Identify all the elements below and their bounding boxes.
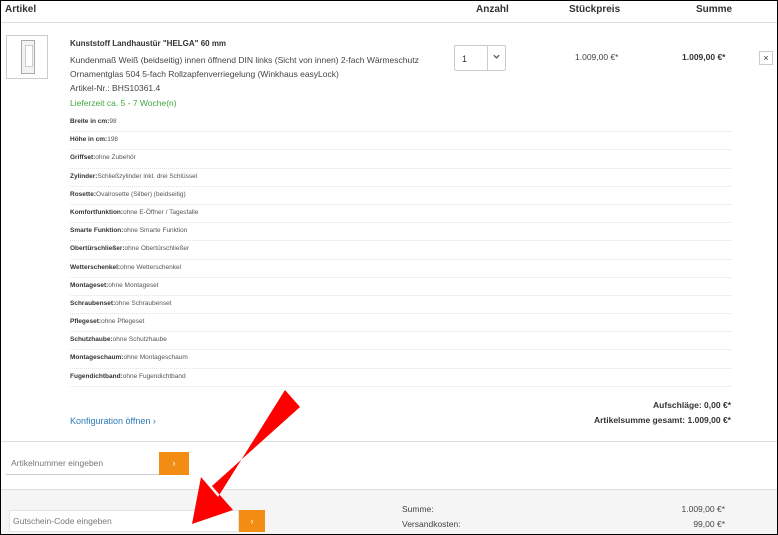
configure-link[interactable]: Konfiguration öffnen ›	[70, 416, 156, 426]
option-label: Wetterschenkel:	[70, 263, 121, 271]
delivery-time: Lieferzeit ca. 5 - 7 Woche(n)	[70, 98, 177, 108]
option-value: ohne Schutzhaube	[112, 336, 167, 344]
shipping-value: 99,00 €*	[693, 519, 725, 529]
option-row: Breite in cm:98	[70, 114, 731, 133]
summary-sum-label: Summe:	[402, 504, 434, 514]
header-anzahl: Anzahl	[476, 4, 509, 15]
option-value: ohne Schraubenset	[115, 299, 172, 307]
option-row: Montageschaum:ohne Montageschaum	[70, 350, 731, 369]
option-value: ohne Wetterschenkel	[120, 263, 182, 271]
product-thumbnail[interactable]	[6, 35, 48, 79]
option-label: Griffset:	[70, 154, 96, 162]
option-row: Schraubenset:ohne Schraubenset	[70, 296, 731, 315]
option-label: Rosette:	[70, 190, 97, 198]
product-description: Kundenmaß Weiß (beidseitig) innen öffnen…	[70, 55, 419, 79]
option-value: ohne E-Öffner / Tagesfalle	[123, 208, 199, 216]
option-row: Rosette:Ovalrosette (Silber) (beidseitig…	[70, 187, 731, 205]
article-sum-total: Artikelsumme gesamt: 1.009,00 €*	[593, 415, 731, 425]
unit-price: 1.009,00 €*	[575, 52, 619, 62]
option-label: Pflegeset:	[70, 318, 102, 326]
option-label: Smarte Funktion:	[70, 227, 124, 235]
option-value: ohne Pflegeset	[101, 318, 145, 326]
product-sku: Artikel-Nr.: BHS10361.4	[70, 83, 161, 93]
apply-coupon-button[interactable]: ›	[239, 510, 265, 532]
option-value: ohne Montageschaum	[123, 354, 188, 362]
option-row: Fugendichtband:ohne Fugendichtband	[70, 369, 731, 387]
option-row: Obertürschließer:ohne Obertürschließer	[70, 241, 731, 260]
option-row: Schutzhaube:ohne Schutzhaube	[70, 332, 731, 351]
option-value: 98	[109, 118, 117, 125]
option-value: Ovalrosette (Silber) (beidseitig)	[96, 190, 186, 198]
article-number-input[interactable]: Artikelnummer eingeben	[6, 452, 159, 475]
product-title[interactable]: Kunststoff Landhaustür "HELGA" 60 mm	[70, 39, 226, 48]
option-label: Höhe in cm:	[70, 136, 108, 144]
quantity-value: 1	[462, 54, 468, 64]
summary-sum-value: 1.009,00 €*	[681, 504, 725, 514]
option-row: Montageset:ohne Montageset	[70, 278, 731, 296]
option-row: Pflegeset:ohne Pflegeset	[70, 314, 731, 333]
cart-frame: Artikel Anzahl Stückpreis Summe Kunststo…	[0, 0, 778, 535]
quantity-select[interactable]: 1	[454, 45, 506, 71]
option-row: Smarte Funktion:ohne Smarte Funktion	[70, 223, 731, 242]
option-row: Wetterschenkel:ohne Wetterschenkel	[70, 260, 731, 278]
option-value: 198	[107, 136, 119, 144]
header-artikel: Artikel	[5, 4, 37, 15]
header-summe: Summe	[696, 4, 733, 15]
option-label: Montageset:	[70, 281, 109, 289]
option-value: ohne Zubehör	[95, 154, 136, 162]
add-article-button[interactable]: ›	[159, 452, 189, 475]
option-row: Höhe in cm:198	[70, 132, 731, 151]
header-stueckpreis: Stückpreis	[569, 4, 621, 15]
divider	[1, 441, 777, 442]
option-value: Schließzylinder inkl. drei Schlüssel	[97, 172, 198, 180]
option-label: Schutzhaube:	[70, 336, 113, 344]
chevron-down-icon	[492, 52, 501, 63]
product-options-list: Breite in cm:98 Höhe in cm:198 Griffset:oh…	[70, 114, 731, 387]
line-total: 1.009,00 €*	[682, 52, 726, 62]
cart-header: Artikel Anzahl Stückpreis Summe	[1, 1, 777, 23]
shipping-label: Versandkosten:	[402, 519, 461, 529]
door-image-icon	[21, 40, 35, 74]
remove-item-button[interactable]: ×	[759, 51, 773, 65]
option-label: Fugendichtband:	[70, 372, 123, 380]
option-label: Zylinder:	[70, 172, 98, 180]
option-row: Griffset:ohne Zubehör	[70, 150, 731, 169]
option-value: ohne Montageset	[108, 281, 159, 289]
option-label: Obertürschließer:	[70, 245, 125, 253]
option-label: Schraubenset:	[70, 299, 116, 307]
option-value: ohne Smarte Funktion	[123, 227, 188, 235]
cart-footer: Gutschein-Code eingeben › Summe: 1.009,0…	[1, 489, 777, 534]
surcharge-total: Aufschläge: 0,00 €*	[653, 400, 731, 410]
option-row: Zylinder:Schließzylinder inkl. drei Schl…	[70, 169, 731, 187]
option-label: Komfortfunktion:	[70, 208, 124, 216]
option-value: ohne Obertürschließer	[124, 245, 190, 253]
option-label: Montageschaum:	[70, 354, 124, 362]
option-label: Breite in cm:	[70, 118, 110, 125]
coupon-code-input[interactable]: Gutschein-Code eingeben	[9, 510, 239, 532]
option-value: ohne Fugendichtband	[122, 372, 186, 380]
option-row: Komfortfunktion:ohne E-Öffner / Tagesfal…	[70, 205, 731, 224]
quantity-divider	[487, 46, 488, 70]
